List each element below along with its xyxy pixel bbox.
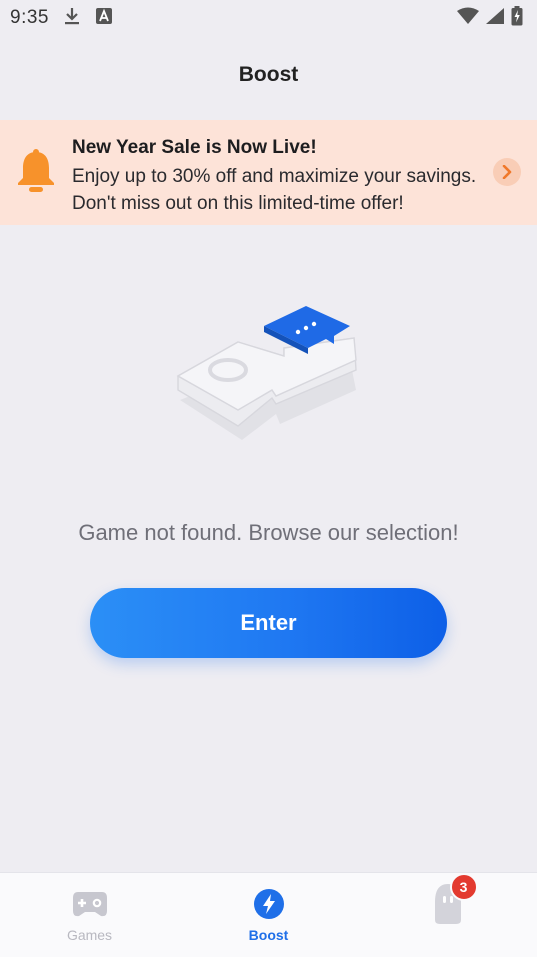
- nav-item-boost[interactable]: Boost: [179, 873, 358, 957]
- status-right: [457, 5, 523, 31]
- profile-icon: 3: [432, 873, 478, 924]
- banner-body: Enjoy up to 30% off and maximize your sa…: [72, 166, 477, 214]
- promo-banner[interactable]: New Year Sale is Now Live! Enjoy up to 3…: [0, 120, 537, 225]
- status-time: 9:35: [10, 7, 49, 28]
- chevron-right-icon[interactable]: [493, 158, 521, 186]
- nav-label-boost: Boost: [248, 927, 289, 943]
- bottom-nav: Games Boost 3: [0, 872, 537, 957]
- download-icon: [63, 6, 81, 31]
- bell-icon: [16, 148, 56, 199]
- wifi-icon: [457, 7, 479, 30]
- status-left: 9:35: [10, 6, 113, 31]
- gamepad-icon: [72, 887, 108, 921]
- a-icon: [95, 7, 113, 30]
- enter-button[interactable]: Enter: [90, 588, 447, 658]
- notification-badge: 3: [449, 873, 478, 901]
- lightning-icon: [253, 887, 285, 921]
- nav-item-games[interactable]: Games: [0, 873, 179, 957]
- battery-charging-icon: [511, 5, 523, 31]
- nav-label-games: Games: [66, 927, 113, 943]
- empty-state-illustration: [172, 298, 362, 458]
- status-bar: 9:35: [0, 0, 537, 36]
- banner-title: New Year Sale is Now Live!: [72, 137, 317, 158]
- signal-icon: [485, 7, 505, 30]
- nav-item-profile[interactable]: 3: [358, 873, 537, 957]
- app-header: Boost: [0, 36, 537, 120]
- banner-text: New Year Sale is Now Live! Enjoy up to 3…: [72, 136, 482, 217]
- empty-state-message: Game not found. Browse our selection!: [78, 520, 459, 545]
- page-title: Boost: [238, 63, 299, 86]
